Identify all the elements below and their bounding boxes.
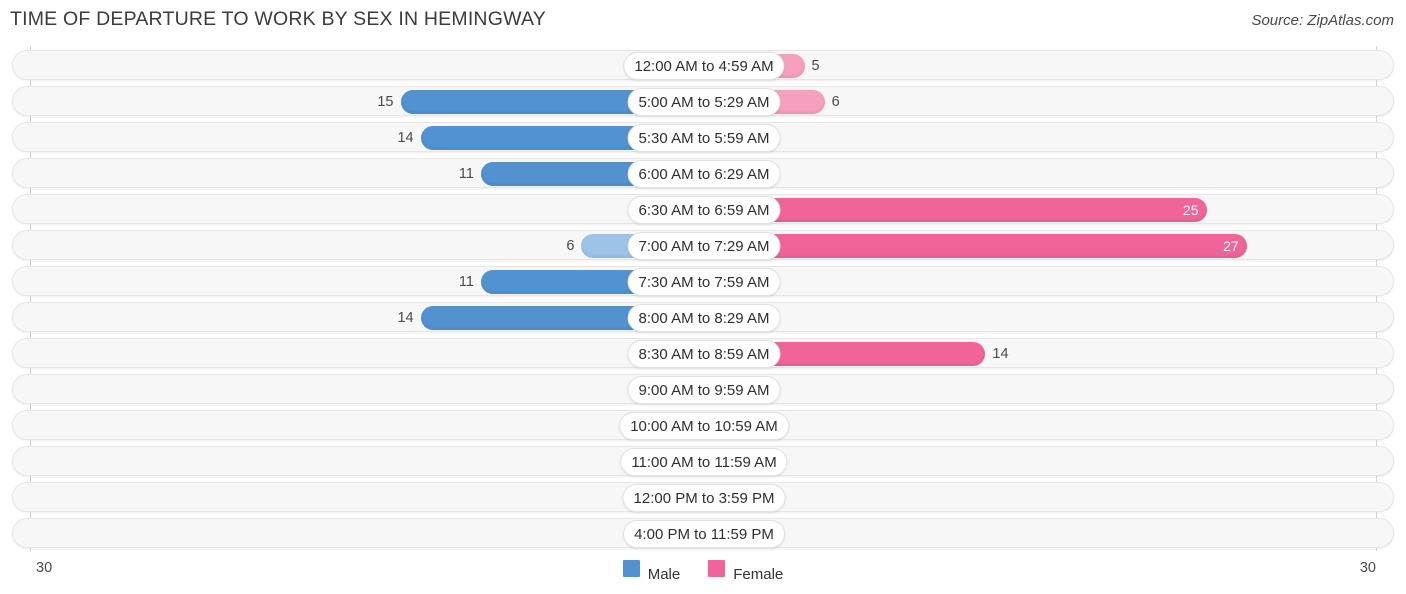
legend-label-male: Male <box>647 565 681 583</box>
table-row[interactable]: 004:00 PM to 11:59 PM <box>12 518 1394 548</box>
table-row[interactable]: 0012:00 PM to 3:59 PM <box>12 482 1394 512</box>
table-row[interactable]: 2256:30 AM to 6:59 AM <box>12 194 1394 224</box>
source-attribution: Source: ZipAtlas.com <box>1251 12 1394 29</box>
bar-value-female: 14 <box>992 346 1009 362</box>
page-title: TIME OF DEPARTURE TO WORK BY SEX IN HEMI… <box>10 8 546 30</box>
chart-header: TIME OF DEPARTURE TO WORK BY SEX IN HEMI… <box>0 0 1406 44</box>
category-label: 10:00 AM to 10:59 AM <box>619 412 789 440</box>
bar-value-male: 14 <box>397 130 414 146</box>
category-label: 9:00 AM to 9:59 AM <box>627 376 781 404</box>
bar-value-male: 11 <box>458 166 474 182</box>
table-row[interactable]: 1127:30 AM to 7:59 AM <box>12 266 1394 296</box>
bar-value-male: 14 <box>397 310 414 326</box>
bar-value-female: 25 <box>1182 202 1199 218</box>
category-label: 5:30 AM to 5:59 AM <box>627 124 781 152</box>
table-row[interactable]: 1106:00 AM to 6:29 AM <box>12 158 1394 188</box>
table-row[interactable]: 15 6 5:00 AM to 5:29 AM <box>12 86 1394 116</box>
category-label: 7:30 AM to 7:59 AM <box>627 268 781 296</box>
legend-swatch-male-icon <box>622 560 640 577</box>
bar-value-female: 5 <box>811 58 820 74</box>
category-label: 7:00 AM to 7:29 AM <box>627 232 781 260</box>
chart-plot-area: 3512:00 AM to 4:59 AM1565:00 AM to 5:29 … <box>0 46 1406 554</box>
table-row[interactable]: 0148:30 AM to 8:59 AM <box>12 338 1394 368</box>
table-row[interactable]: 6 27 7:00 AM to 7:29 AM <box>12 230 1394 260</box>
table-row[interactable]: 029:00 AM to 9:59 AM <box>12 374 1394 404</box>
legend-swatch-female-icon <box>708 560 726 577</box>
category-label: 12:00 PM to 3:59 PM <box>622 484 786 512</box>
legend-label-female: Female <box>733 565 784 583</box>
chart-legend: Male Female <box>0 560 1406 583</box>
table-row[interactable]: 1405:30 AM to 5:59 AM <box>12 122 1394 152</box>
category-label: 8:30 AM to 8:59 AM <box>627 340 781 368</box>
table-row[interactable]: 2010:00 AM to 10:59 AM <box>12 410 1394 440</box>
bar-value-male: 15 <box>377 94 394 110</box>
category-label: 4:00 PM to 11:59 PM <box>623 520 785 548</box>
table-row[interactable]: 3512:00 AM to 4:59 AM <box>12 50 1394 80</box>
chart-footer: 30 30 Male Female <box>0 556 1406 594</box>
bar-value-female: 27 <box>1223 238 1239 254</box>
category-label: 6:00 AM to 6:29 AM <box>627 160 781 188</box>
category-label: 11:00 AM to 11:59 AM <box>620 448 788 476</box>
bar-value-male: 6 <box>566 238 575 254</box>
bar-value-female: 6 <box>831 94 840 110</box>
category-label: 8:00 AM to 8:29 AM <box>627 304 781 332</box>
table-row[interactable]: 1408:00 AM to 8:29 AM <box>12 302 1394 332</box>
legend-item-female[interactable]: Female <box>708 560 783 583</box>
category-label: 12:00 AM to 4:59 AM <box>623 52 785 80</box>
category-label: 5:00 AM to 5:29 AM <box>627 88 781 116</box>
bar-female[interactable] <box>704 234 1247 258</box>
legend-item-male[interactable]: Male <box>622 560 681 583</box>
table-row[interactable]: 0011:00 AM to 11:59 AM <box>12 446 1394 476</box>
category-label: 6:30 AM to 6:59 AM <box>627 196 781 224</box>
bar-value-male: 11 <box>458 274 474 290</box>
